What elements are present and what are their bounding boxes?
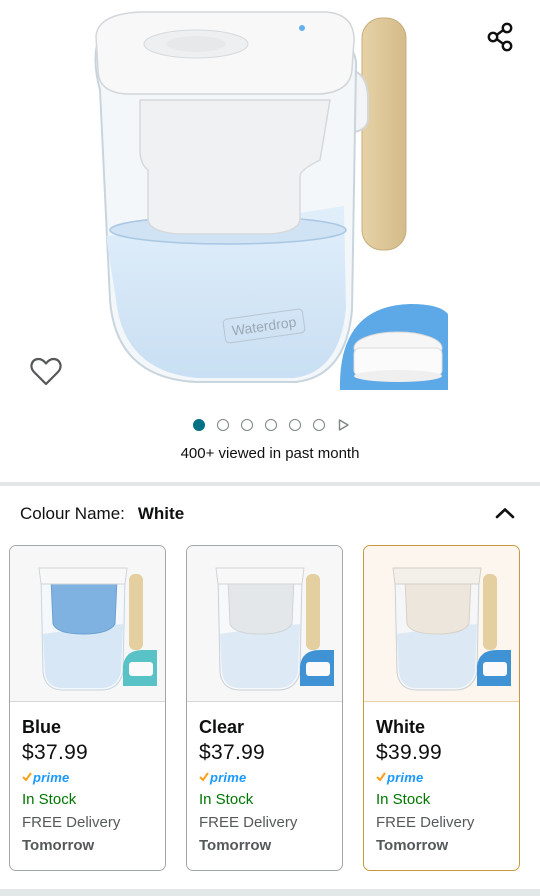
prime-check-icon [199, 772, 209, 782]
viewed-count-text: 400+ viewed in past month [180, 445, 360, 462]
product-image-carousel[interactable]: Waterdrop [0, 0, 540, 405]
delivery-date: Tomorrow [22, 837, 95, 854]
colour-label: Colour Name: [20, 504, 125, 523]
delivery-text: FREE Delivery [22, 814, 121, 831]
section-divider [0, 889, 540, 896]
colour-variant-list: Blue $37.99 prime In Stock FREE Delivery… [9, 545, 529, 871]
variant-name: Clear [199, 717, 245, 737]
variant-name: White [376, 717, 425, 737]
stock-status: In Stock [199, 791, 254, 808]
delivery-date: Tomorrow [199, 837, 272, 854]
heart-icon [30, 357, 62, 386]
colour-selector-header: Colour Name: White [20, 502, 520, 526]
variant-image [364, 546, 519, 702]
chevron-up-icon [495, 508, 515, 519]
share-icon [487, 22, 513, 52]
prime-label: prime [33, 769, 70, 785]
variant-jug-thumbnail [37, 567, 157, 690]
carousel-dot[interactable] [217, 419, 229, 431]
carousel-dot[interactable] [241, 419, 253, 431]
share-button[interactable] [484, 20, 518, 54]
product-photo: Waterdrop [94, 11, 448, 390]
delivery-text: FREE Delivery [376, 814, 475, 831]
prime-label: prime [210, 769, 247, 785]
play-icon [338, 419, 349, 431]
variant-price: $39.99 [376, 741, 443, 764]
prime-check-icon [22, 772, 32, 782]
variant-name: Blue [22, 717, 62, 737]
collapse-colour-button[interactable] [494, 502, 516, 524]
prime-badge: prime [376, 769, 519, 785]
variant-image [187, 546, 342, 702]
stock-status: In Stock [22, 791, 77, 808]
variant-image [10, 546, 165, 702]
carousel-dot[interactable] [313, 419, 325, 431]
prime-label: prime [387, 769, 424, 785]
variant-card-blue[interactable]: Blue $37.99 prime In Stock FREE Delivery… [9, 545, 166, 871]
variant-price: $37.99 [22, 741, 89, 764]
colour-value: White [137, 504, 185, 523]
carousel-dot[interactable] [193, 419, 205, 431]
variant-card-clear[interactable]: Clear $37.99 prime In Stock FREE Deliver… [186, 545, 343, 871]
delivery-date: Tomorrow [376, 837, 449, 854]
carousel-dot[interactable] [289, 419, 301, 431]
variant-price: $37.99 [199, 741, 266, 764]
delivery-text: FREE Delivery [199, 814, 298, 831]
prime-check-icon [376, 772, 386, 782]
add-to-wishlist-button[interactable] [28, 354, 64, 390]
section-divider [0, 482, 540, 486]
prime-badge: prime [22, 769, 165, 785]
carousel-dot[interactable] [265, 419, 277, 431]
stock-status: In Stock [376, 791, 431, 808]
carousel-pagination [0, 418, 540, 432]
variant-jug-thumbnail [214, 567, 334, 690]
variant-card-white[interactable]: White $39.99 prime In Stock FREE Deliver… [363, 545, 520, 871]
carousel-video-button[interactable] [337, 419, 349, 431]
variant-jug-thumbnail [391, 567, 511, 690]
prime-badge: prime [199, 769, 342, 785]
